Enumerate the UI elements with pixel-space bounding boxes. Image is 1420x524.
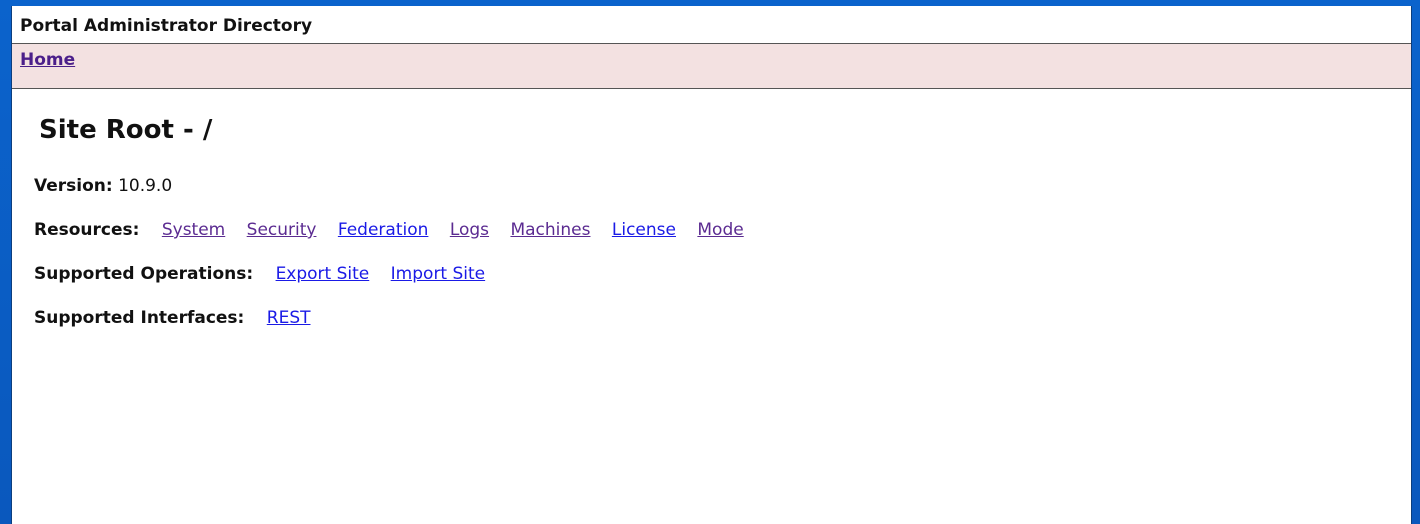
resource-link-mode[interactable]: Mode xyxy=(697,220,743,240)
resource-link-security[interactable]: Security xyxy=(247,220,317,240)
resources-row: Resources: System Security Federation Lo… xyxy=(34,220,1411,264)
browser-page: Portal Administrator Directory Home Site… xyxy=(11,6,1412,524)
page-title: Site Root - / xyxy=(39,115,213,145)
version-label: Version: xyxy=(34,176,113,196)
home-link[interactable]: Home xyxy=(20,50,75,70)
resource-link-logs[interactable]: Logs xyxy=(450,220,489,240)
operations-label: Supported Operations: xyxy=(34,264,254,284)
resource-link-system[interactable]: System xyxy=(162,220,225,240)
export-site-link[interactable]: Export Site xyxy=(276,264,370,284)
interfaces-row: Supported Interfaces: REST xyxy=(34,308,1411,352)
page-header: Portal Administrator Directory xyxy=(12,6,1411,44)
rest-link[interactable]: REST xyxy=(267,308,311,328)
operations-row: Supported Operations: Export Site Import… xyxy=(34,264,1411,308)
resource-link-federation[interactable]: Federation xyxy=(338,220,429,240)
breadcrumb: Home xyxy=(12,44,1411,89)
resource-link-license[interactable]: License xyxy=(612,220,676,240)
interfaces-label: Supported Interfaces: xyxy=(34,308,245,328)
page-header-title: Portal Administrator Directory xyxy=(20,16,313,36)
main-content: Site Root - / Version: 10.9.0 Resources:… xyxy=(12,115,1411,352)
resources-label: Resources: xyxy=(34,220,140,240)
resource-link-machines[interactable]: Machines xyxy=(510,220,590,240)
version-value: 10.9.0 xyxy=(118,176,173,196)
import-site-link[interactable]: Import Site xyxy=(391,264,485,284)
version-row: Version: 10.9.0 xyxy=(34,176,1411,220)
